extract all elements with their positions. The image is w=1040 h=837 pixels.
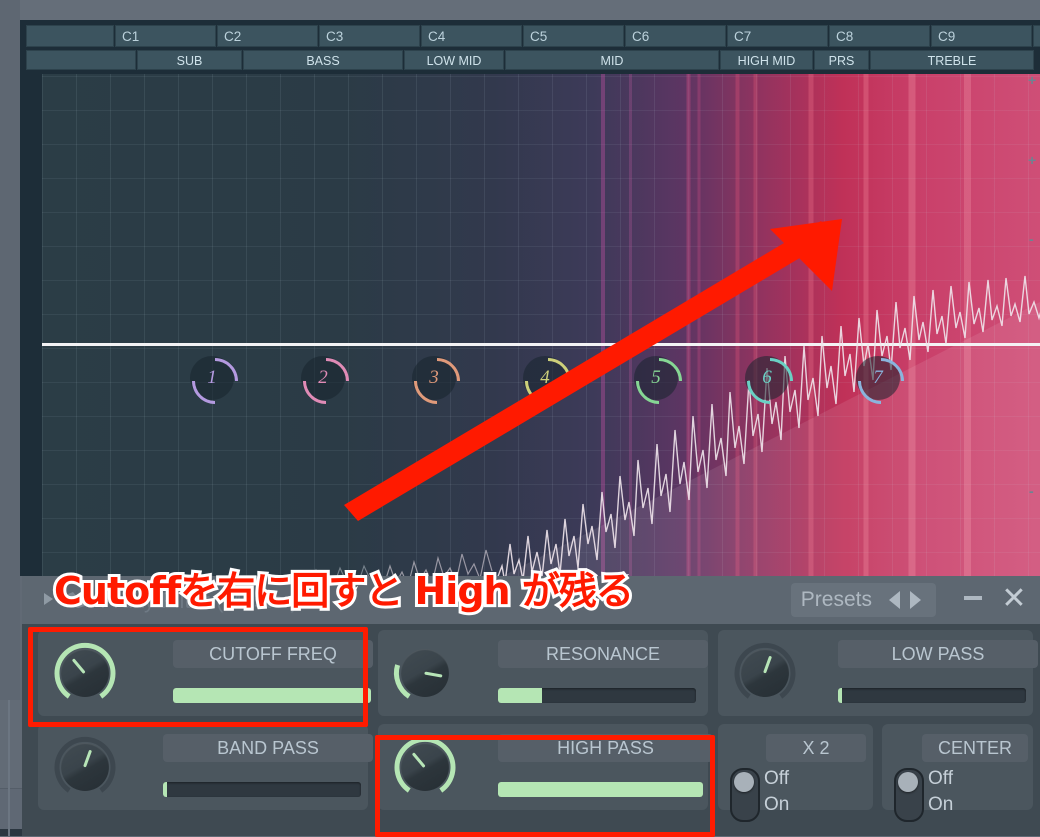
knob-body	[61, 649, 109, 697]
control-low-pass[interactable]: LOW PASS	[718, 630, 1038, 716]
high-pass-slider-fill	[498, 782, 703, 797]
x2-on-label[interactable]: On	[764, 794, 789, 816]
band-pass-knob[interactable]	[52, 734, 118, 800]
band-node-7[interactable]: 7	[848, 348, 914, 414]
cutoff-freq-slider-fill	[173, 688, 371, 703]
center-on-label[interactable]: On	[928, 794, 953, 816]
expand-triangle-icon[interactable]	[44, 593, 53, 605]
scale-tick-plus-upper: +	[1028, 72, 1037, 88]
control-resonance[interactable]: RESONANCE	[378, 630, 708, 716]
cutoff-freq-knob[interactable]	[52, 640, 118, 706]
band-node-label: 6	[762, 367, 772, 388]
band-cell-sub[interactable]: SUB	[137, 50, 242, 70]
band-pass-label: BAND PASS	[163, 734, 373, 762]
filter-controls-area: CUTOFF FREQ RESONANCE LOW PASS BAND PASS…	[22, 624, 1040, 836]
note-cell-c7[interactable]: C7	[727, 25, 828, 47]
resonance-slider[interactable]	[498, 688, 696, 703]
note-cell-blank[interactable]	[1033, 25, 1040, 47]
x2-label: X 2	[766, 734, 866, 762]
scale-tick-minus-upper: -	[1029, 231, 1034, 247]
knob-body	[401, 743, 449, 791]
band-node-5[interactable]: 5	[626, 348, 692, 414]
scale-tick-minus-lower: -	[1029, 483, 1034, 499]
band-node-label: 3	[429, 367, 439, 388]
note-cell-blank[interactable]	[26, 25, 114, 47]
high-pass-label: HIGH PASS	[498, 734, 713, 762]
x2-toggle-handle	[734, 772, 754, 792]
low-pass-knob[interactable]	[732, 640, 798, 706]
x2-toggle-switch[interactable]	[730, 768, 760, 822]
presets-control[interactable]: Presets	[790, 583, 936, 617]
band-node-label: 4	[540, 367, 550, 388]
preset-prev-icon[interactable]	[889, 591, 900, 609]
note-cell-c6[interactable]: C6	[625, 25, 726, 47]
band-cell-high-mid[interactable]: HIGH MID	[720, 50, 813, 70]
resonance-slider-fill	[498, 688, 542, 703]
note-ruler: C1 C2 C3 C4 C5 C6 C7 C8 C9	[26, 25, 1040, 47]
center-off-label[interactable]: Off	[928, 768, 953, 790]
desktop-top-strip	[0, 0, 1040, 20]
spectrum-display[interactable]: 1 2 3 4 5 6 7	[42, 74, 1040, 587]
resonance-knob[interactable]	[392, 640, 458, 706]
control-x2[interactable]: X 2 Off On	[718, 724, 873, 822]
note-cell-c4[interactable]: C4	[421, 25, 522, 47]
annotation-text: Cutoffを右に回すと High が残る	[51, 566, 637, 616]
band-node-4[interactable]: 4	[515, 348, 581, 414]
control-center[interactable]: CENTER Off On	[882, 724, 1033, 822]
low-pass-slider[interactable]	[838, 688, 1026, 703]
control-high-pass[interactable]: HIGH PASS	[378, 724, 713, 810]
band-pass-slider-fill	[163, 782, 167, 797]
band-node-3[interactable]: 3	[404, 348, 470, 414]
resonance-label: RESONANCE	[498, 640, 708, 668]
desktop-divider	[8, 700, 10, 836]
band-cell-low-mid[interactable]: LOW MID	[404, 50, 504, 70]
band-node-label: 2	[318, 367, 328, 388]
band-node-label: 7	[873, 367, 883, 388]
high-pass-slider[interactable]	[498, 782, 703, 797]
minimize-icon[interactable]	[964, 596, 982, 600]
center-toggle-handle	[898, 772, 918, 792]
note-cell-c9[interactable]: C9	[931, 25, 1032, 47]
band-node-label: 5	[651, 367, 661, 388]
spectrum-trace	[251, 275, 1040, 587]
center-label: CENTER	[922, 734, 1028, 762]
spectrum-analyzer-window: C1 C2 C3 C4 C5 C6 C7 C8 C9 SUB BASS LOW MID MID HIGH…	[20, 20, 1040, 587]
desktop-panel-segment-2	[0, 789, 22, 829]
band-cell-mid[interactable]: MID	[505, 50, 719, 70]
band-node-label: 1	[207, 367, 217, 388]
band-node-2[interactable]: 2	[293, 348, 359, 414]
center-toggle-switch[interactable]	[894, 768, 924, 822]
band-cell-treble[interactable]: TREBLE	[870, 50, 1034, 70]
high-pass-knob[interactable]	[392, 734, 458, 800]
cutoff-freq-slider[interactable]	[173, 688, 371, 703]
note-cell-c8[interactable]: C8	[829, 25, 930, 47]
preset-next-icon[interactable]	[910, 591, 921, 609]
close-icon[interactable]: ✕	[1000, 584, 1028, 614]
band-cell-blank[interactable]	[26, 50, 136, 70]
note-cell-c5[interactable]: C5	[523, 25, 624, 47]
presets-label: Presets	[800, 588, 872, 611]
cutoff-freq-label: CUTOFF FREQ	[173, 640, 373, 668]
note-cell-c2[interactable]: C2	[217, 25, 318, 47]
band-pass-slider[interactable]	[163, 782, 361, 797]
band-node-1[interactable]: 1	[182, 348, 248, 414]
low-pass-slider-fill	[838, 688, 842, 703]
low-pass-label: LOW PASS	[838, 640, 1038, 668]
desktop-left-lower-strip	[0, 700, 22, 836]
x2-off-label[interactable]: Off	[764, 768, 789, 790]
band-node-6[interactable]: 6	[737, 348, 803, 414]
scale-tick-plus-lower: +	[1028, 152, 1037, 168]
note-cell-c1[interactable]: C1	[115, 25, 216, 47]
note-cell-c3[interactable]: C3	[319, 25, 420, 47]
band-cell-prs[interactable]: PRS	[814, 50, 869, 70]
band-cell-bass[interactable]: BASS	[243, 50, 403, 70]
frequency-band-ruler: SUB BASS LOW MID MID HIGH MID PRS TREBLE	[26, 50, 1034, 70]
desktop-panel-segment-1	[0, 700, 22, 789]
control-cutoff-freq[interactable]: CUTOFF FREQ	[38, 630, 373, 716]
control-band-pass[interactable]: BAND PASS	[38, 724, 373, 810]
fruity-filter-plugin-window: Fruity Filter (Master) Presets ✕ CUTOFF …	[22, 576, 1040, 836]
desktop-panel-segment-3	[0, 829, 22, 836]
